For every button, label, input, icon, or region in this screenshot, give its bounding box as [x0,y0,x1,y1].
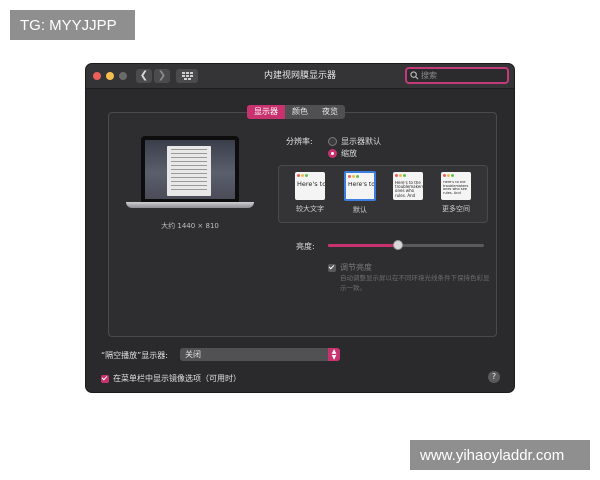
mirror-option-label: 在菜单栏中显示镜像选项（可用时） [113,374,241,383]
brightness-label: 亮度: [296,242,315,251]
grid-icon [180,72,194,80]
search-field[interactable] [405,67,509,84]
chevron-right-icon: ❯ [157,70,167,81]
brightness-fill [328,244,399,247]
chevron-left-icon: ❮ [139,70,149,81]
tab-night-shift[interactable]: 夜览 [315,105,345,119]
scaling-options: Here's to troublem 较大文字 Here's to troubl… [278,165,488,223]
airplay-label: “隔空播放”显示器: [101,351,168,360]
scale-option-default[interactable]: Here's to troublem 默认 [339,171,381,215]
display-preferences-window: ❮ ❯ 内建视网膜显示器 显示器 颜色 夜览 大约 144 [86,64,514,392]
scale-caption: 默认 [353,206,367,214]
scale-option-more-space[interactable]: Here's to the troublemakers ones who see… [433,172,479,214]
auto-brightness-option: 调节亮度 [328,262,372,273]
resolution-label: 分辨率: [286,137,313,146]
scale-thumbnail: Here's to troublem [295,172,325,200]
radio-label: 缩放 [341,149,357,158]
resolution-readout: 大约 1440 × 810 [161,222,219,230]
scale-thumbnail: Here's to the troublemakers ones who see… [441,172,471,200]
radio-button[interactable] [328,137,337,146]
mirror-option-checkbox[interactable] [101,374,109,383]
scale-option-medium[interactable]: Here's to the troublemakers ones who rul… [387,172,429,204]
scale-thumbnail: Here's to the troublemakers ones who rul… [393,172,423,200]
zoom-button[interactable] [119,72,127,80]
radio-label: 显示器默认 [341,137,381,146]
laptop-illustration [126,136,254,214]
radio-scaled[interactable]: 缩放 [328,148,357,159]
airplay-select-value: 关闭 [185,350,201,359]
scale-option-larger-text[interactable]: Here's to troublem 较大文字 [289,172,331,214]
title-bar: ❮ ❯ 内建视网膜显示器 [86,64,514,89]
airplay-display-select[interactable]: 关闭 ▲ ▼ [180,348,340,361]
scale-sample-text: Here's to troublem [297,181,325,188]
window-title: 内建视网膜显示器 [263,71,336,81]
up-down-arrows-icon: ▲ ▼ [328,348,340,361]
watermark-top-left: TG: MYYJJPP [10,10,135,40]
show-all-button[interactable] [176,69,198,83]
help-button[interactable]: ? [488,371,500,383]
scale-sample-text: Here's to troublem [348,182,374,188]
scale-caption: 更多空间 [442,205,470,213]
mirror-menu-option: 在菜单栏中显示镜像选项（可用时） [101,373,241,384]
search-icon [410,71,419,80]
brightness-slider[interactable] [328,240,484,250]
tab-bar: 显示器 颜色 夜览 [247,105,345,119]
scale-thumbnail: Here's to troublem [344,171,376,201]
radio-button-selected[interactable] [328,149,337,158]
watermark-bottom-right: www.yihaoyladdr.com [410,440,590,470]
tab-color[interactable]: 颜色 [285,105,315,119]
tab-display[interactable]: 显示器 [247,105,285,119]
minimize-button[interactable] [106,72,114,80]
back-button[interactable]: ❮ [136,69,152,83]
auto-brightness-label: 调节亮度 [340,263,372,272]
radio-default-for-display[interactable]: 显示器默认 [328,136,381,147]
close-button[interactable] [93,72,101,80]
search-input[interactable] [421,69,505,82]
scale-sample-text: Here's to the troublemakers ones who see… [443,181,469,196]
scale-caption: 较大文字 [296,205,324,213]
scale-sample-text: Here's to the troublemakers ones who rul… [395,181,423,198]
auto-brightness-checkbox[interactable] [328,263,336,272]
forward-button[interactable]: ❯ [154,69,170,83]
auto-brightness-description: 自动调整显示屏以在不同环境光线条件下保持色彩显示一致。 [340,274,490,292]
